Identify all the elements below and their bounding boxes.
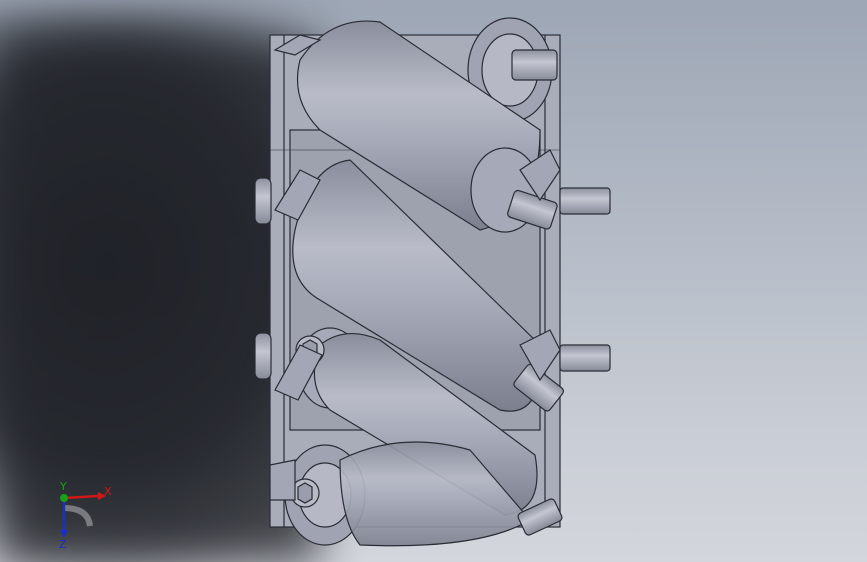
cad-viewport[interactable]: X Y Z [0,0,867,562]
y-axis-label: Y [59,480,67,493]
orientation-triad: X Y Z [59,480,112,550]
z-axis-label: Z [59,538,67,550]
y-axis-dot [60,494,68,502]
mecanum-wheel-model[interactable] [0,0,867,562]
x-axis-line [63,494,99,500]
z-axis-arrow [60,530,68,538]
x-axis-label: X [104,485,112,498]
